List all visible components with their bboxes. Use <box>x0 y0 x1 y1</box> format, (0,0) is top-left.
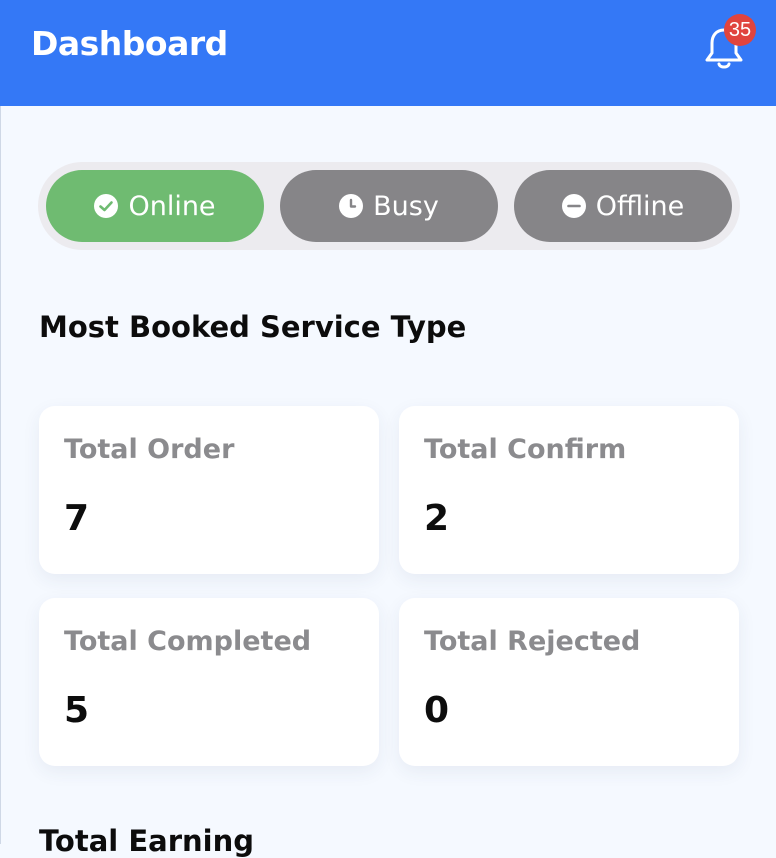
status-busy-button[interactable]: Busy <box>280 170 498 242</box>
left-edge-divider <box>0 106 1 844</box>
stat-value: 5 <box>64 690 90 731</box>
status-offline-button[interactable]: Offline <box>514 170 732 242</box>
status-selector: Online Busy Offline <box>38 162 740 250</box>
check-circle-icon <box>94 194 119 218</box>
stat-card-total-rejected[interactable]: Total Rejected 0 <box>399 598 739 766</box>
stat-card-total-completed[interactable]: Total Completed 5 <box>39 598 379 766</box>
stat-label: Total Order <box>64 434 235 465</box>
minus-circle-icon <box>561 194 586 218</box>
notifications-button[interactable]: 35 <box>700 14 756 72</box>
status-busy-label: Busy <box>373 190 439 222</box>
stat-value: 0 <box>424 690 450 731</box>
section-title-total-earning: Total Earning <box>39 824 254 858</box>
status-online-label: Online <box>128 190 216 222</box>
stat-label: Total Rejected <box>424 626 641 657</box>
section-title-most-booked: Most Booked Service Type <box>39 310 467 344</box>
stat-value: 2 <box>424 498 450 539</box>
clock-icon <box>339 194 364 218</box>
stat-card-total-confirm[interactable]: Total Confirm 2 <box>399 406 739 574</box>
page-title: Dashboard <box>31 24 228 63</box>
app-header: Dashboard 35 <box>0 0 776 106</box>
status-online-button[interactable]: Online <box>46 170 264 242</box>
status-offline-label: Offline <box>595 190 685 222</box>
stat-value: 7 <box>64 498 90 539</box>
stat-label: Total Completed <box>64 626 312 657</box>
notification-badge: 35 <box>724 14 756 46</box>
stat-label: Total Confirm <box>424 434 627 465</box>
stat-card-total-order[interactable]: Total Order 7 <box>39 406 379 574</box>
